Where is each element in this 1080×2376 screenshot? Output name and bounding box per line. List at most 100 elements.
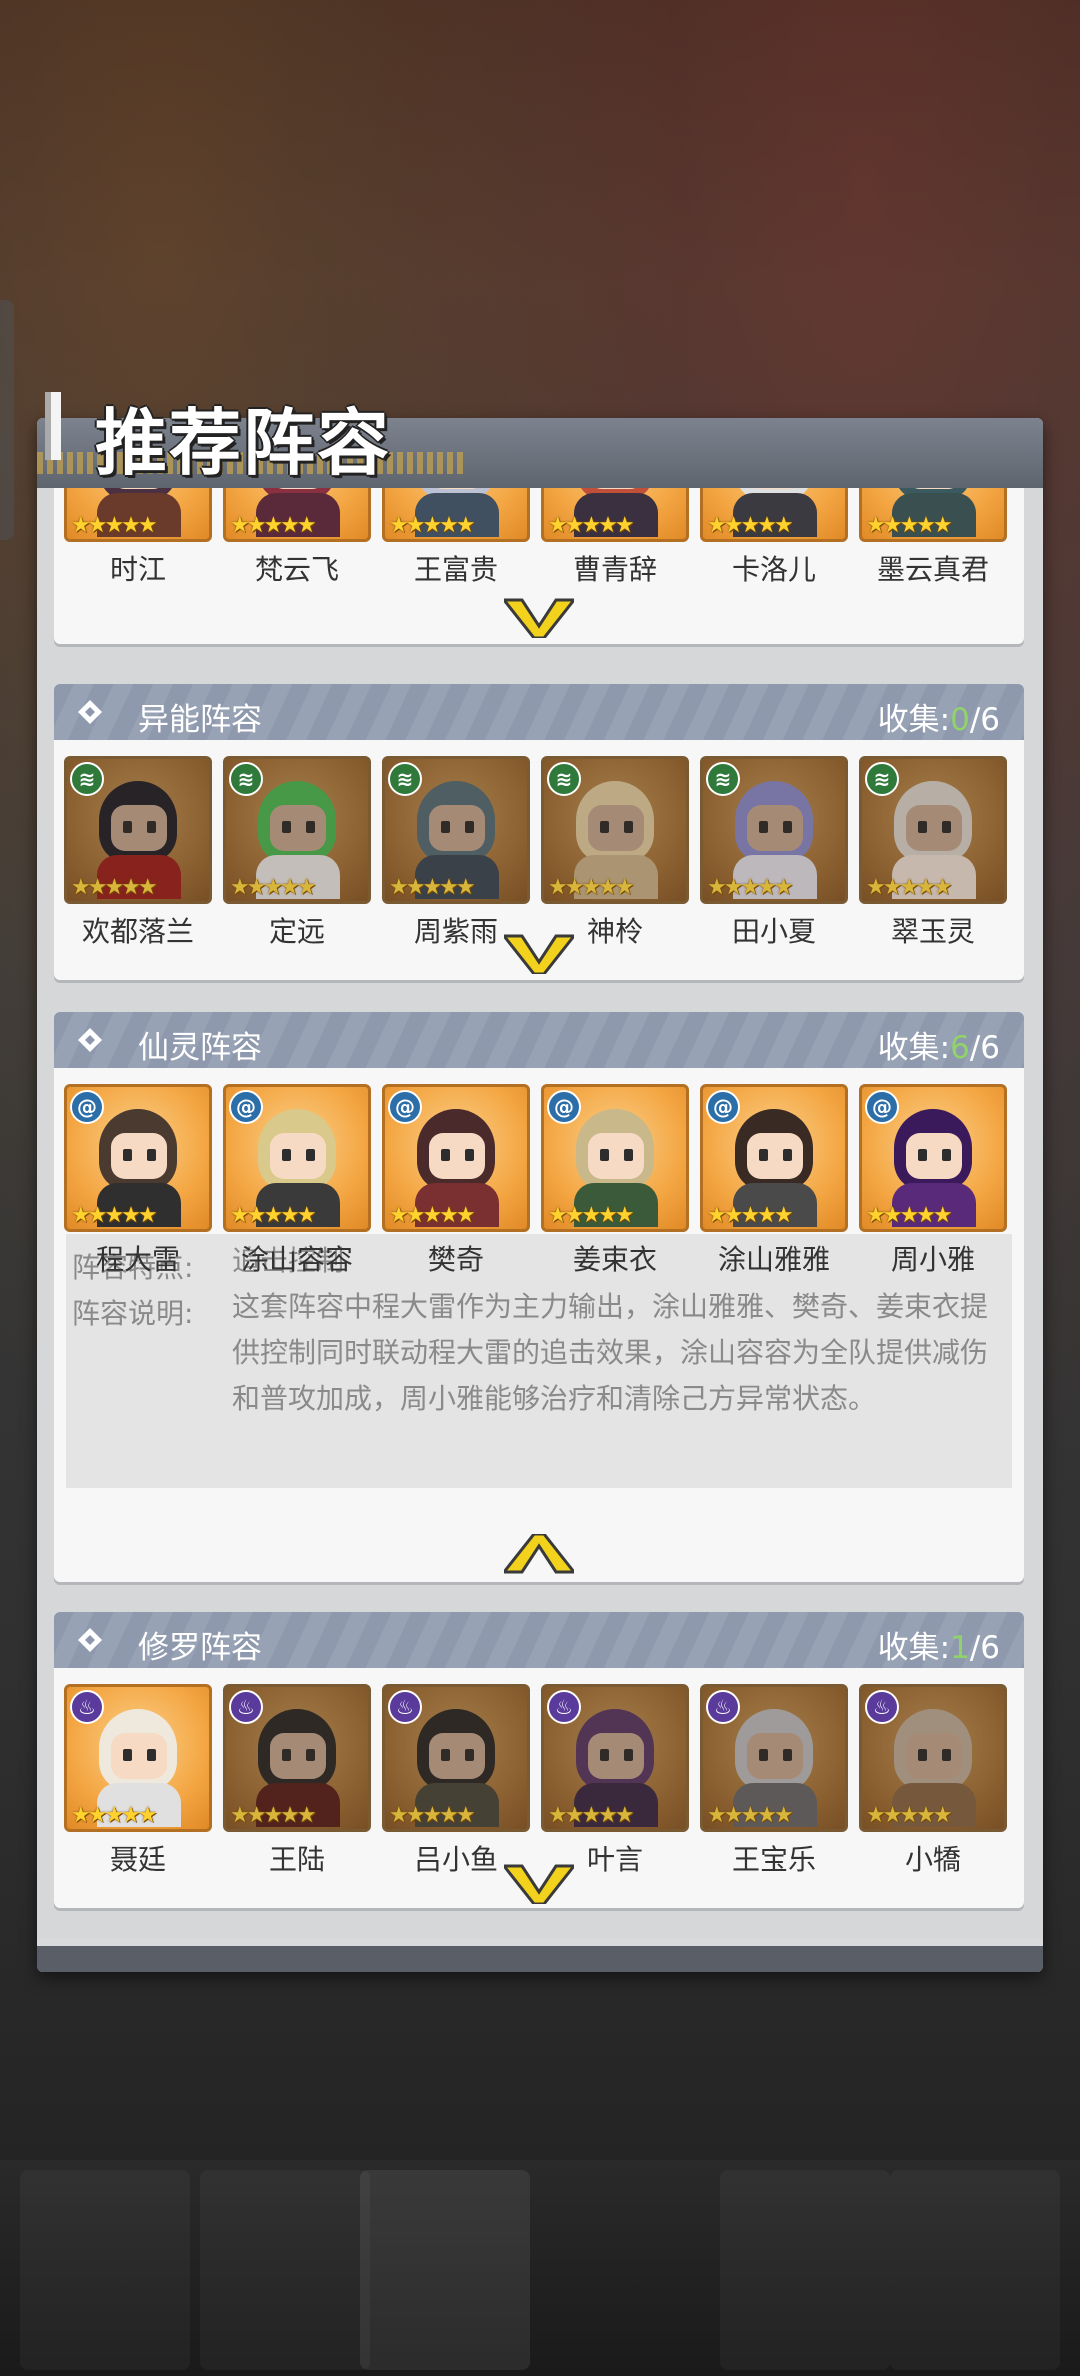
panel-title-area: 推荐阵容 bbox=[37, 390, 467, 490]
side-tab-handle[interactable] bbox=[0, 300, 14, 540]
hero-tile[interactable]: ♨ ★★★★★ 叶言 bbox=[541, 1684, 689, 1878]
dna-icon: ≋ bbox=[865, 762, 899, 796]
star-rating: ★★★★★ bbox=[548, 875, 635, 900]
hero-name: 樊奇 bbox=[427, 1243, 484, 1276]
title-bar-icon bbox=[45, 392, 61, 460]
hero-portrait[interactable]: ★★★★★ bbox=[541, 488, 689, 542]
hero-tile[interactable]: ♨ ★★★★★ 王陆 bbox=[223, 1684, 371, 1878]
hero-tile[interactable]: @ ★★★★★ 涂山雅雅 bbox=[700, 1084, 848, 1278]
hero-tile[interactable]: @ ★★★★★ 周小雅 bbox=[859, 1084, 1007, 1278]
lineup-scroll-list[interactable]: ★★★★★ 时江 ★★★★★ 梵云飞 ★★★★★ 王富贵 ★★★★★ 曹青辞 ★★★★★ 卡洛儿 ★… bbox=[37, 488, 1043, 1938]
flame-icon: ♨ bbox=[388, 1690, 422, 1724]
hero-name: 墨云真君 bbox=[876, 553, 989, 586]
hero-portrait[interactable]: ★★★★★ bbox=[64, 488, 212, 542]
lineup-name: 异能阵容 bbox=[138, 702, 262, 738]
hero-name: 欢都落兰 bbox=[81, 915, 194, 948]
star-rating: ★★★★★ bbox=[71, 513, 158, 538]
star-rating: ★★★★★ bbox=[230, 513, 317, 538]
hero-tile[interactable]: ≋ ★★★★★ 周紫雨 bbox=[382, 756, 530, 950]
hero-portrait[interactable]: ★★★★★ bbox=[859, 488, 1007, 542]
hero-tile[interactable]: @ ★★★★★ 樊奇 bbox=[382, 1084, 530, 1278]
lineup-card-top: ★★★★★ 时江 ★★★★★ 梵云飞 ★★★★★ 王富贵 ★★★★★ 曹青辞 ★★★★★ 卡洛儿 ★… bbox=[54, 488, 1024, 644]
hero-portrait[interactable]: ♨ ★★★★★ bbox=[223, 1684, 371, 1832]
hero-portrait[interactable]: ★★★★★ bbox=[382, 488, 530, 542]
hero-portrait[interactable]: ♨ ★★★★★ bbox=[700, 1684, 848, 1832]
desc-value: 这套阵容中程大雷作为主力输出，涂山雅雅、樊奇、姜束衣提供控制同时联动程大雷的追击… bbox=[232, 1290, 989, 1415]
hero-name: 涂山雅雅 bbox=[717, 1243, 830, 1276]
dna-icon: ≋ bbox=[229, 762, 263, 796]
star-rating: ★★★★★ bbox=[707, 513, 794, 538]
hero-name: 姜束衣 bbox=[572, 1243, 657, 1276]
hero-tile[interactable]: ≋ ★★★★★ 翠玉灵 bbox=[859, 756, 1007, 950]
hero-tile[interactable]: ★★★★★ 王富贵 bbox=[382, 488, 530, 588]
hero-portrait[interactable]: @ ★★★★★ bbox=[382, 1084, 530, 1232]
hero-portrait[interactable]: @ ★★★★★ bbox=[700, 1084, 848, 1232]
diamond-arrow-icon bbox=[78, 1028, 102, 1052]
hero-name: 涂山容容 bbox=[240, 1243, 353, 1276]
hero-tile[interactable]: ♨ ★★★★★ 吕小鱼 bbox=[382, 1684, 530, 1878]
hero-tile[interactable]: ≋ ★★★★★ 定远 bbox=[223, 756, 371, 950]
hero-tile[interactable]: ♨ ★★★★★ 聂廷 bbox=[64, 1684, 212, 1878]
flame-icon: ♨ bbox=[70, 1690, 104, 1724]
hero-tile[interactable]: ★★★★★ 墨云真君 bbox=[859, 488, 1007, 588]
dna-icon: ≋ bbox=[706, 762, 740, 796]
hero-tile[interactable]: @ ★★★★★ 涂山容容 bbox=[223, 1084, 371, 1278]
hero-portrait[interactable]: ♨ ★★★★★ bbox=[64, 1684, 212, 1832]
star-rating: ★★★★★ bbox=[866, 1203, 953, 1228]
hero-portrait[interactable]: ♨ ★★★★★ bbox=[859, 1684, 1007, 1832]
star-rating: ★★★★★ bbox=[230, 1803, 317, 1828]
star-rating: ★★★★★ bbox=[866, 1803, 953, 1828]
star-rating: ★★★★★ bbox=[389, 875, 476, 900]
hero-portrait[interactable]: ≋ ★★★★★ bbox=[382, 756, 530, 904]
hero-tile[interactable]: ♨ ★★★★★ 小犞 bbox=[859, 1684, 1007, 1878]
hero-tile[interactable]: ★★★★★ 曹青辞 bbox=[541, 488, 689, 588]
hero-portrait[interactable]: ≋ ★★★★★ bbox=[859, 756, 1007, 904]
collect-count: 收集:0/6 bbox=[877, 702, 1000, 738]
hero-portrait[interactable]: ≋ ★★★★★ bbox=[700, 756, 848, 904]
hero-tile[interactable]: ★★★★★ 梵云飞 bbox=[223, 488, 371, 588]
hero-name: 周紫雨 bbox=[413, 915, 498, 948]
hero-name: 程大雷 bbox=[95, 1243, 180, 1276]
hero-name: 梵云飞 bbox=[254, 553, 339, 586]
star-rating: ★★★★★ bbox=[71, 875, 158, 900]
hero-portrait[interactable]: ≋ ★★★★★ bbox=[541, 756, 689, 904]
hero-tile[interactable]: ≋ ★★★★★ 田小夏 bbox=[700, 756, 848, 950]
star-rating: ★★★★★ bbox=[866, 875, 953, 900]
dna-icon: ≋ bbox=[388, 762, 422, 796]
hero-name: 曹青辞 bbox=[572, 553, 657, 586]
hero-portrait[interactable]: ♨ ★★★★★ bbox=[541, 1684, 689, 1832]
hero-tile[interactable]: @ ★★★★★ 姜束衣 bbox=[541, 1084, 689, 1278]
hero-tile[interactable]: ★★★★★ 时江 bbox=[64, 488, 212, 588]
star-rating: ★★★★★ bbox=[71, 1803, 158, 1828]
hero-tile[interactable]: ≋ ★★★★★ 欢都落兰 bbox=[64, 756, 212, 950]
hero-portrait[interactable]: @ ★★★★★ bbox=[223, 1084, 371, 1232]
star-rating: ★★★★★ bbox=[389, 1803, 476, 1828]
hero-portrait[interactable]: ≋ ★★★★★ bbox=[223, 756, 371, 904]
hero-name: 王陆 bbox=[268, 1843, 325, 1876]
hero-tile[interactable]: @ ★★★★★ 程大雷 bbox=[64, 1084, 212, 1278]
flame-icon: ♨ bbox=[547, 1690, 581, 1724]
dna-icon: ≋ bbox=[547, 762, 581, 796]
card-header[interactable]: 修罗阵容 收集:1/6 bbox=[54, 1612, 1024, 1668]
hero-tile[interactable]: ★★★★★ 卡洛儿 bbox=[700, 488, 848, 588]
hero-portrait[interactable]: ≋ ★★★★★ bbox=[64, 756, 212, 904]
star-rating: ★★★★★ bbox=[71, 1203, 158, 1228]
hero-portrait[interactable]: @ ★★★★★ bbox=[541, 1084, 689, 1232]
card-header[interactable]: 异能阵容 收集:0/6 bbox=[54, 684, 1024, 740]
hero-portrait[interactable]: @ ★★★★★ bbox=[859, 1084, 1007, 1232]
hero-portrait[interactable]: ★★★★★ bbox=[700, 488, 848, 542]
star-rating: ★★★★★ bbox=[389, 513, 476, 538]
card-header[interactable]: 仙灵阵容 收集:6/6 bbox=[54, 1012, 1024, 1068]
spiral-icon: @ bbox=[547, 1090, 581, 1124]
hero-portrait[interactable]: ★★★★★ bbox=[223, 488, 371, 542]
hero-tile[interactable]: ♨ ★★★★★ 王宝乐 bbox=[700, 1684, 848, 1878]
collapse-chevron-icon[interactable] bbox=[504, 1534, 574, 1576]
hero-portrait[interactable]: ♨ ★★★★★ bbox=[382, 1684, 530, 1832]
flame-icon: ♨ bbox=[706, 1690, 740, 1724]
hero-tile[interactable]: ≋ ★★★★★ 神柃 bbox=[541, 756, 689, 950]
star-rating: ★★★★★ bbox=[230, 1203, 317, 1228]
expand-chevron-icon[interactable] bbox=[504, 596, 574, 638]
star-rating: ★★★★★ bbox=[230, 875, 317, 900]
star-rating: ★★★★★ bbox=[866, 513, 953, 538]
hero-portrait[interactable]: @ ★★★★★ bbox=[64, 1084, 212, 1232]
